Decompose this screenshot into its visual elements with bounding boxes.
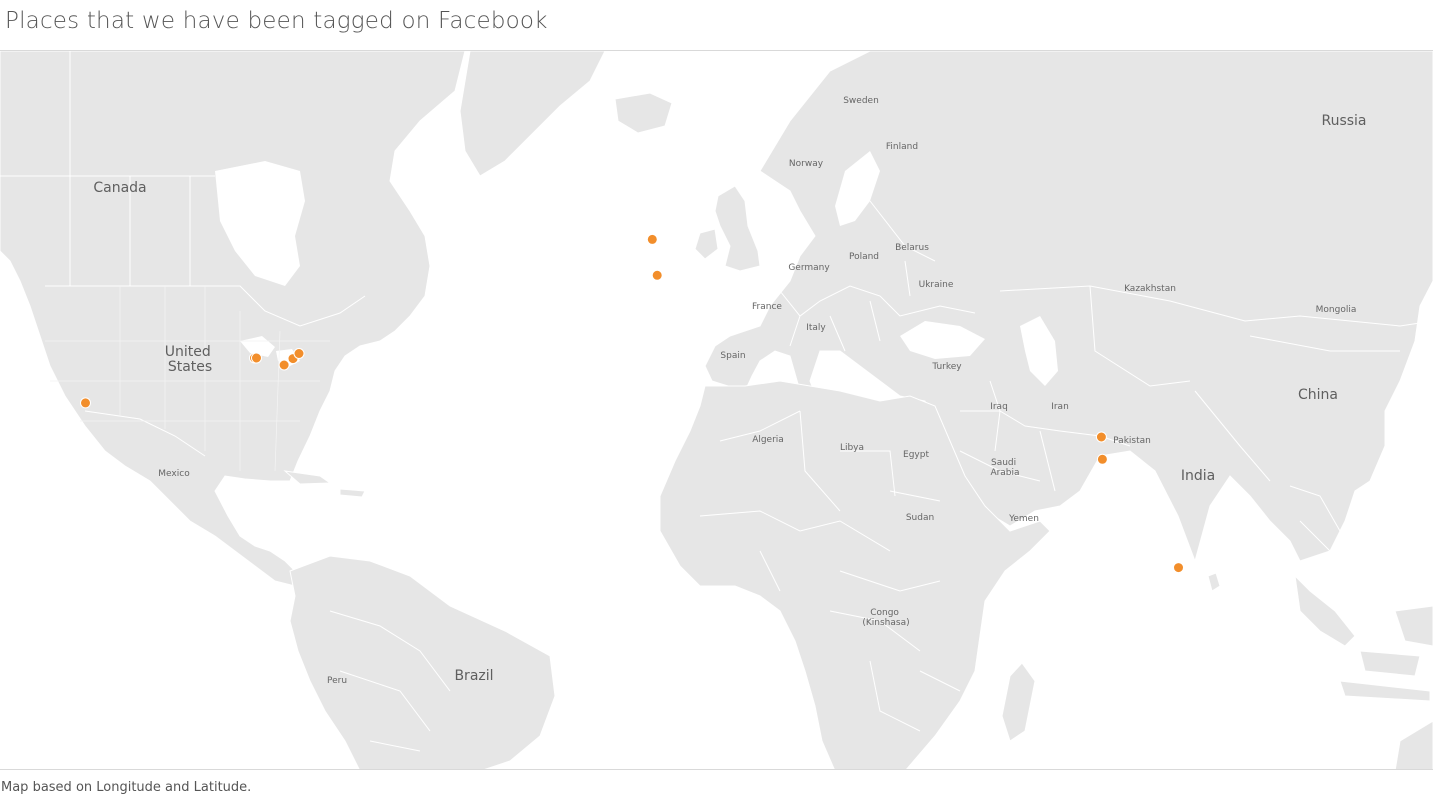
- label-india: India: [1181, 468, 1215, 484]
- label-china: China: [1298, 387, 1338, 403]
- label-brazil: Brazil: [454, 668, 493, 684]
- landmass-south-america: [289, 555, 556, 769]
- label-libya: Libya: [840, 443, 864, 453]
- location-marker-1[interactable]: [80, 397, 91, 409]
- label-norway: Norway: [789, 159, 824, 169]
- location-marker-10[interactable]: [1096, 453, 1108, 465]
- label-mongolia: Mongolia: [1316, 305, 1357, 315]
- landmass-sri-lanka: [1207, 572, 1221, 592]
- label-yemen: Yemen: [1008, 514, 1039, 524]
- label-united-states-line1: United: [165, 344, 211, 360]
- page-title: Places that we have been tagged on Faceb…: [5, 8, 548, 34]
- location-marker-9[interactable]: [1095, 431, 1107, 443]
- landmass-australia: [1394, 720, 1433, 769]
- label-russia: Russia: [1321, 113, 1366, 129]
- location-marker-7[interactable]: [646, 233, 658, 245]
- label-pakistan: Pakistan: [1113, 436, 1151, 446]
- landmass-uk: [714, 185, 761, 272]
- label-mexico: Mexico: [158, 469, 190, 479]
- label-united-states-line2: States: [168, 359, 212, 375]
- label-iran: Iran: [1051, 402, 1069, 412]
- label-ukraine: Ukraine: [919, 280, 954, 290]
- label-iraq: Iraq: [990, 402, 1008, 412]
- label-turkey: Turkey: [931, 362, 962, 372]
- landmass-caribbean: [283, 470, 366, 498]
- location-marker-4[interactable]: [278, 359, 290, 371]
- landmass-iceland: [614, 92, 673, 134]
- landmass-madagascar: [1001, 662, 1036, 742]
- location-marker-6[interactable]: [293, 348, 305, 359]
- label-algeria: Algeria: [752, 435, 784, 445]
- label-france: France: [752, 302, 782, 312]
- label-belarus: Belarus: [895, 243, 929, 253]
- label-saudi-arabia-line1: Saudi: [991, 458, 1016, 468]
- label-spain: Spain: [720, 351, 745, 361]
- label-congo-line2: (Kinshasa): [862, 618, 909, 628]
- label-peru: Peru: [327, 676, 347, 686]
- location-marker-8[interactable]: [651, 269, 663, 281]
- label-sweden: Sweden: [843, 96, 879, 106]
- label-united-states: United States: [165, 344, 215, 375]
- map-view[interactable]: Canada United States Mexico Brazil Peru …: [0, 50, 1433, 770]
- label-finland: Finland: [886, 142, 918, 152]
- label-congo-line1: Congo: [870, 608, 899, 618]
- label-egypt: Egypt: [903, 450, 929, 460]
- label-saudi-arabia: Saudi Arabia: [990, 458, 1019, 478]
- map-caption: Map based on Longitude and Latitude.: [1, 780, 252, 795]
- label-poland: Poland: [849, 252, 879, 262]
- map-canvas[interactable]: Canada United States Mexico Brazil Peru …: [0, 51, 1433, 770]
- location-marker-3[interactable]: [251, 352, 262, 364]
- label-kazakhstan: Kazakhstan: [1124, 284, 1176, 294]
- landmass-indonesia: [1294, 574, 1433, 702]
- location-marker-11[interactable]: [1173, 562, 1184, 574]
- landmass-greenland: [459, 51, 606, 177]
- label-sudan: Sudan: [906, 513, 934, 523]
- landmass-ireland: [694, 228, 719, 260]
- label-saudi-arabia-line2: Arabia: [990, 468, 1019, 478]
- label-canada: Canada: [93, 180, 146, 196]
- land-layer: [0, 51, 1433, 769]
- label-germany: Germany: [788, 263, 830, 273]
- label-italy: Italy: [806, 323, 826, 333]
